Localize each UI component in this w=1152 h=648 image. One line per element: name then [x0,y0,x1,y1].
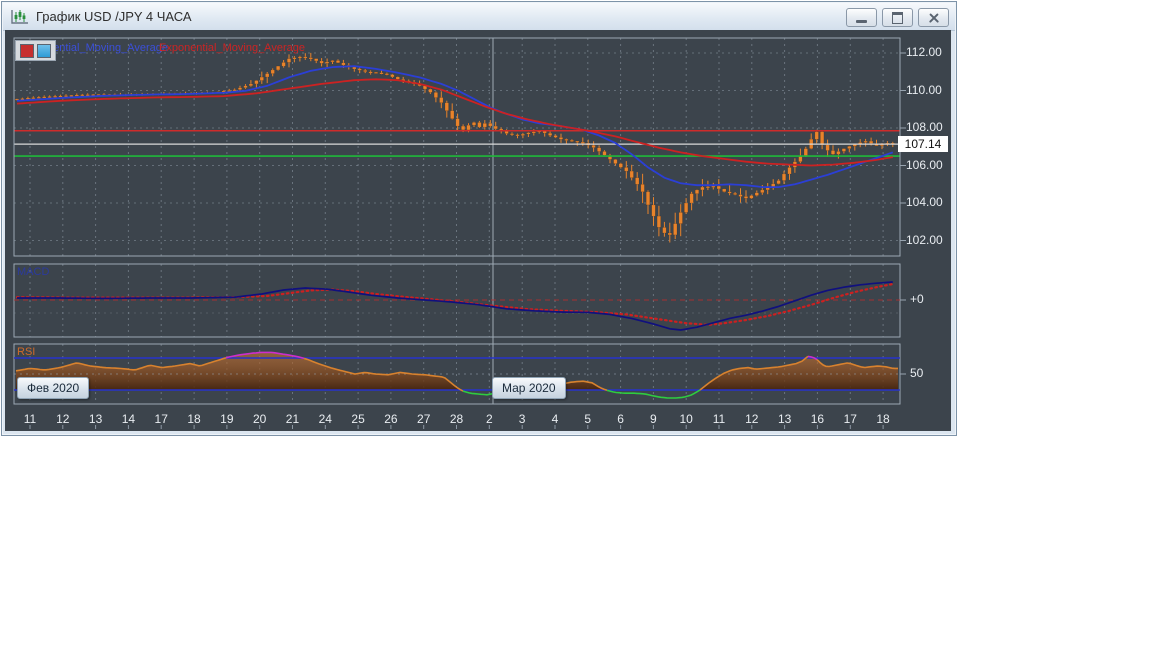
time-axis-label: 26 [384,412,398,426]
time-axis-label: 17 [154,412,168,426]
time-axis-label: 4 [551,412,559,426]
close-button[interactable] [918,8,949,27]
candlestick-chart-icon [11,9,28,24]
time-axis-label: 12 [745,412,759,426]
macd-panel-label: MACD [17,266,50,278]
chart-client-area: Exponential_Moving_Average Exponential_M… [5,30,951,431]
price-axis-label: 108.00 [906,120,943,134]
macd-axis-label: +0 [910,292,924,306]
restore-button[interactable] [882,8,913,27]
candles-layer [14,52,895,243]
minimize-button[interactable] [846,8,877,27]
title-bar[interactable]: График USD /JPY 4 ЧАСА [3,3,955,31]
time-axis-label: 11 [712,412,726,426]
time-axis-label: 20 [252,412,267,426]
time-axis-label: 24 [318,412,332,426]
time-axis-label: 28 [449,412,464,426]
legend-ma-slow-label: Exponential_Moving_Average [159,42,305,54]
minimize-icon [856,19,867,23]
price-axis-label: 102.00 [906,232,943,247]
time-axis-label: 13 [777,412,792,426]
time-axis-label: 11 [23,412,37,426]
time-axis-label: 27 [417,412,431,426]
month-marker-mar: Мар 2020 [492,377,566,399]
indicator-settings-buttons[interactable] [15,40,56,61]
time-axis-label: 6 [617,412,624,426]
time-axis-label: 18 [187,412,201,426]
time-axis-label: 3 [518,412,526,426]
time-axis-label: 21 [285,412,300,426]
restore-icon [892,11,903,24]
ma-color-swatch-red[interactable] [20,43,34,58]
month-marker-feb: Фев 2020 [17,377,90,399]
time-axis-label: 25 [351,412,365,426]
time-axis-label: 18 [876,412,890,426]
time-axis-label: 16 [810,412,825,426]
rsi-panel-label: RSI [17,346,36,358]
time-axis-label: 2 [485,412,493,426]
price-axis-label: 110.00 [906,82,942,97]
time-axis-label: 12 [56,412,70,426]
time-axis-label: 5 [584,412,592,426]
time-axis-label: 14 [121,412,136,426]
close-icon [928,12,940,24]
chart-window: График USD /JPY 4 ЧАСА Exponential_Movin… [1,1,957,436]
caption-buttons [846,8,949,27]
price-axis-label: 104.00 [906,195,943,209]
time-axis-label: 9 [650,412,657,426]
time-axis-label: 17 [843,412,857,426]
time-axis-label: 13 [88,412,103,426]
ma-color-swatch-blue[interactable] [37,43,51,58]
time-axis-label: 10 [679,412,693,426]
rsi-axis-label: 50 [910,366,924,380]
window-title: График USD /JPY 4 ЧАСА [36,9,192,24]
price-axis-label: 112.00 [906,45,942,59]
price-axis-label: 106.00 [906,157,943,172]
current-price-label: 107.14 [898,136,948,152]
chart-canvas[interactable] [5,30,951,431]
time-axis-label: 19 [220,412,234,426]
